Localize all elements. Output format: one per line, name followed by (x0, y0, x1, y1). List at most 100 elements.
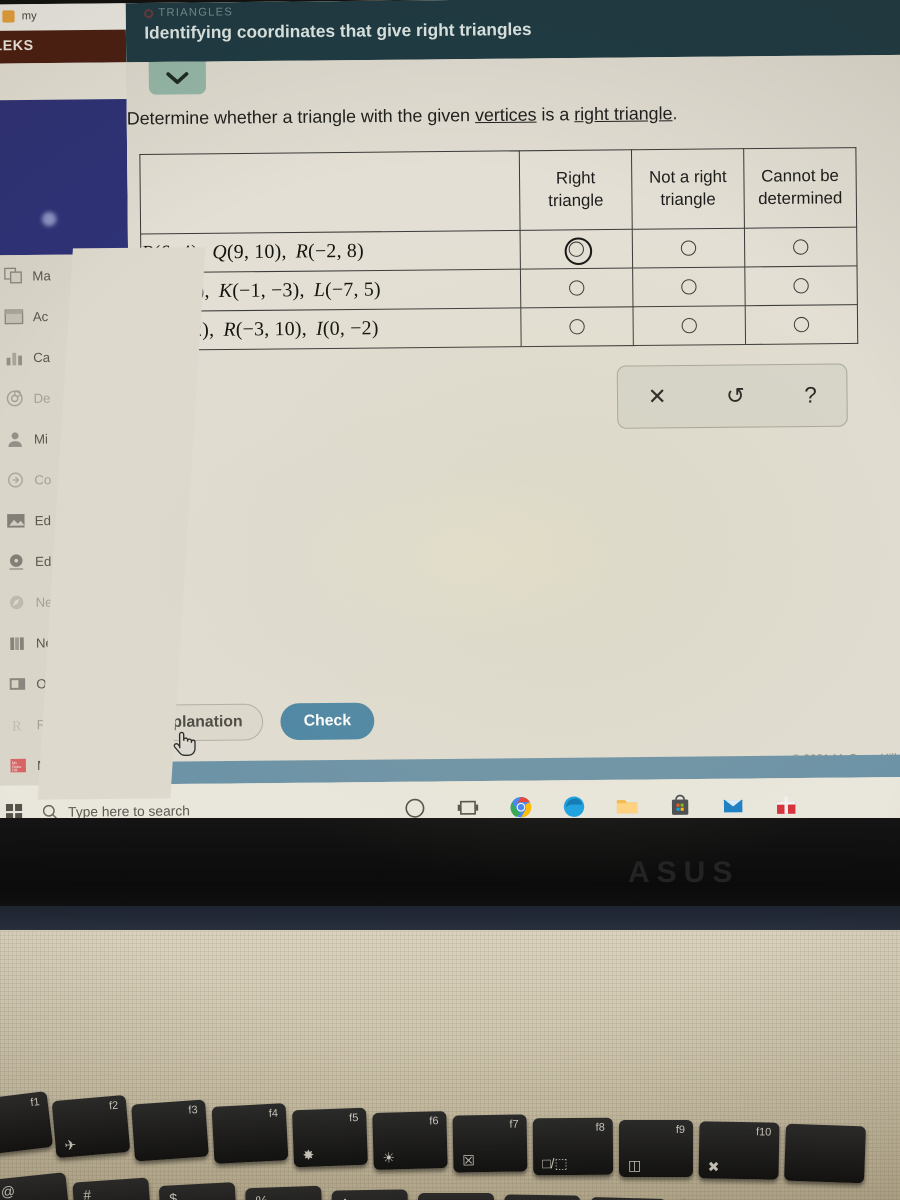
key-at[interactable]: @ (0, 1172, 71, 1200)
bookmark-item[interactable]: Co (0, 458, 130, 500)
radio-cell-row-1-right-triangle[interactable] (520, 229, 633, 270)
bookmark-item[interactable]: De (0, 376, 130, 418)
glossary-link-vertices[interactable]: vertices (475, 104, 537, 125)
bookmark-item[interactable]: Mc Graw Hill Mc (0, 744, 133, 786)
breadcrumb-dot-icon (144, 8, 154, 18)
radio-cell-row-2-right-triangle[interactable] (520, 268, 633, 308)
browser-window-icon (4, 308, 24, 324)
vertices-cell-row-2: J(1, 11), K(−1, −3), L(−7, 5) (140, 269, 521, 312)
key-percent[interactable]: % (245, 1185, 323, 1200)
circle-arrow-icon (8, 472, 23, 487)
radio-button[interactable] (793, 316, 810, 333)
radio-button[interactable] (568, 241, 585, 257)
browser-chrome-sliver: my LEKS Ma Ac Ca De Mi Co Ed Ed Ne Ne Or… (0, 3, 134, 854)
help-icon[interactable]: ? (804, 382, 817, 408)
bookmark-item[interactable]: Ed (0, 499, 131, 541)
radio-button[interactable] (569, 318, 585, 335)
glossary-link-right-triangle[interactable]: right triangle (574, 103, 672, 124)
address-bar[interactable] (0, 62, 127, 101)
key-asterisk[interactable]: * (503, 1194, 581, 1200)
bookmark-item[interactable]: Ma (0, 254, 128, 296)
key-f4[interactable]: f4 (211, 1103, 289, 1164)
bookmark-item[interactable]: Mi (0, 417, 130, 459)
bookmark-label: Ma (32, 267, 51, 283)
vertices-cell-row-1: P(6, 4), Q(9, 10), R(−2, 8) (140, 230, 521, 273)
bookmark-item[interactable]: Ed (0, 540, 131, 582)
svg-text:R: R (12, 718, 22, 733)
browser-tab-my[interactable]: my (0, 3, 128, 31)
question-prompt: Determine whether a triangle with the gi… (127, 101, 882, 130)
aleks-brand-badge: LEKS (0, 29, 127, 64)
radio-cell-row-3-cannot-be-determined[interactable] (745, 304, 858, 345)
bookmarks-list: Ma Ac Ca De Mi Co Ed Ed Ne Ne Or R Re Mc… (0, 254, 134, 786)
gift-icon[interactable] (774, 792, 799, 817)
key-f2[interactable]: f2 ✈ (51, 1094, 131, 1159)
edge-icon[interactable] (562, 794, 587, 819)
action-button-row: Explanation Check (132, 698, 887, 757)
bookmark-item[interactable]: Ca (0, 336, 129, 378)
radio-button[interactable] (792, 239, 809, 255)
radio-cell-row-3-not-a-right-triangle[interactable] (632, 305, 746, 346)
bookmark-item[interactable]: R Re (0, 703, 133, 745)
prompt-part-2: is a (536, 103, 575, 125)
breadcrumb-label: TRIANGLES (158, 6, 234, 20)
mail-icon[interactable] (721, 793, 746, 818)
vertices-cell-row-3: T(−7, 2), R(−3, 10), I(0, −2) (141, 307, 522, 351)
bookmark-item[interactable]: Ne (0, 621, 132, 663)
radio-cell-row-3-right-triangle[interactable] (520, 306, 634, 347)
mcgraw-hill-icon: McGrawHill (10, 758, 26, 772)
radio-button[interactable] (681, 278, 697, 295)
radio-cell-row-2-not-a-right-triangle[interactable] (632, 266, 746, 307)
radio-button[interactable] (568, 280, 585, 296)
taskbar-search-placeholder: Type here to search (68, 802, 190, 820)
bookmark-label: Mi (33, 430, 49, 447)
key-f1[interactable]: f1 (0, 1091, 54, 1155)
task-view-icon[interactable] (456, 795, 481, 820)
column-header-cannot-be-determined: Cannot be determined (743, 147, 857, 229)
laptop-screen: my LEKS Ma Ac Ca De Mi Co Ed Ed Ne Ne Or… (0, 0, 900, 854)
key-caret[interactable]: ^ (331, 1189, 409, 1200)
bookmark-label: Ne (35, 634, 53, 651)
table-row: J(1, 11), K(−1, −3), L(−7, 5) (140, 265, 858, 312)
column-header-right-triangle: Right triangle (519, 149, 633, 231)
key-f3[interactable]: f3 (131, 1099, 209, 1162)
chrome-icon[interactable] (509, 795, 534, 820)
aleks-application: TRIANGLES Identifying coordinates that g… (125, 0, 900, 785)
cortana-circle-icon[interactable] (403, 796, 428, 821)
powerpoint-icon (9, 677, 26, 690)
photo-icon (7, 513, 25, 528)
radio-button[interactable] (793, 277, 809, 294)
function-key-row: f1 f2 ✈ f3 f4 f5 ✸ f6 ☀ f7 ☒ f8 □/⬚ f9 ◫… (0, 1085, 900, 1184)
radio-cell-row-1-cannot-be-determined[interactable] (744, 227, 858, 267)
svg-text:Hill: Hill (12, 768, 18, 772)
key-hash[interactable]: # (72, 1177, 152, 1200)
books-icon (10, 636, 24, 650)
hand-cursor (173, 731, 196, 757)
target-icon (6, 389, 23, 406)
radio-cell-row-1-not-a-right-triangle[interactable] (632, 228, 745, 269)
collapse-panel-toggle[interactable] (148, 61, 207, 95)
clear-icon[interactable]: ✕ (648, 384, 667, 410)
bookmark-label: Ne (35, 593, 53, 610)
key-ampersand[interactable]: & (418, 1193, 494, 1200)
disc-icon (9, 553, 24, 570)
bookmark-label: Ed (34, 512, 52, 528)
bookmark-item[interactable]: Or (0, 662, 132, 704)
exercise-content: Determine whether a triangle with the gi… (126, 54, 900, 785)
bookmark-item[interactable]: Ac (0, 295, 129, 337)
radio-button[interactable] (681, 317, 697, 334)
radio-button[interactable] (680, 240, 697, 256)
radio-cell-row-2-cannot-be-determined[interactable] (744, 265, 858, 306)
key-dollar[interactable]: $ (158, 1182, 238, 1200)
undo-icon[interactable]: ↺ (726, 383, 745, 409)
microsoft-store-icon[interactable] (668, 793, 693, 818)
check-button[interactable]: Check (280, 702, 375, 741)
bookmark-label: De (33, 389, 51, 406)
tab-favicon-icon (2, 10, 15, 23)
prompt-part-1: Determine whether a triangle with the gi… (126, 104, 476, 129)
chevron-down-icon (166, 72, 189, 85)
bookmark-label: Or (36, 675, 52, 691)
file-explorer-icon[interactable] (615, 794, 640, 819)
key-f5[interactable]: f5 ✸ (292, 1107, 368, 1168)
bookmark-item[interactable]: Ne (0, 580, 132, 622)
